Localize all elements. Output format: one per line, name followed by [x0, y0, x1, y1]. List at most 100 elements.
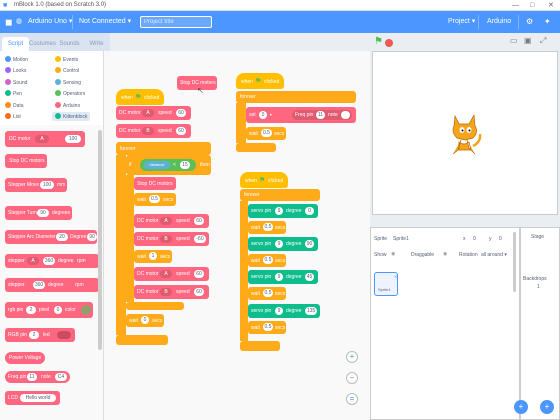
- servo-block[interactable]: servo pin 9 degree 135: [248, 304, 320, 318]
- zoom-reset-button[interactable]: =: [346, 393, 358, 405]
- degree-input[interactable]: 135: [305, 307, 317, 315]
- degree-input[interactable]: 90: [305, 240, 314, 248]
- tab-write[interactable]: Write: [83, 37, 110, 51]
- rotation-dropdown[interactable]: all around ▾: [481, 252, 507, 258]
- pin-input[interactable]: 0: [259, 111, 267, 119]
- palette-power-voltage-block[interactable]: Power Voltage: [5, 352, 45, 364]
- distance-reporter[interactable]: distance: [144, 161, 170, 169]
- show-toggle-icon[interactable]: ◉: [391, 251, 395, 257]
- script1-wait-2[interactable]: wait 1 secs: [134, 250, 172, 263]
- diameter-input[interactable]: 20: [56, 233, 68, 241]
- degree-input[interactable]: 45: [305, 273, 314, 281]
- degree-input[interactable]: 0: [305, 207, 314, 215]
- close-window-button[interactable]: ✕: [548, 0, 554, 11]
- script1-dc-motor-b-2[interactable]: DC motor B speed -60: [134, 232, 209, 246]
- sprite-pane-scrollbar[interactable]: [513, 232, 516, 292]
- category-events[interactable]: Events: [55, 56, 78, 63]
- speed-input[interactable]: -60: [194, 235, 206, 243]
- freq-reporter[interactable]: Freq pin 11 note: [292, 110, 352, 120]
- script1-forever-top[interactable]: forever: [116, 142, 211, 155]
- large-stage-icon[interactable]: ▣: [524, 36, 532, 45]
- led-dropdown[interactable]: [57, 331, 71, 339]
- speed-input[interactable]: 60: [194, 270, 204, 278]
- script1-if-block[interactable]: if distance < 15 then: [126, 155, 211, 175]
- distance-threshold-input[interactable]: 15: [180, 161, 190, 169]
- language-globe-icon[interactable]: ◍: [16, 11, 22, 33]
- pin-input[interactable]: 9: [275, 273, 283, 281]
- servo-block[interactable]: servo pin 9 degree 90: [248, 237, 318, 251]
- device-menu[interactable]: Arduino Uno ▾: [28, 11, 72, 33]
- palette-stepper-b-block[interactable]: stepper 360 degree rpm: [5, 278, 99, 292]
- pin-input[interactable]: 9: [275, 307, 283, 315]
- script1-wait-1[interactable]: wait 0.5 secs: [134, 193, 176, 206]
- distance-input[interactable]: 100: [40, 181, 54, 189]
- minimize-button[interactable]: —: [512, 0, 519, 11]
- seconds-input[interactable]: 0.5: [263, 323, 273, 331]
- script2-forever-top[interactable]: forever: [236, 91, 356, 103]
- seconds-input[interactable]: 0.5: [263, 223, 273, 231]
- script1-dc-motor-b-3[interactable]: DC motor B speed 60: [134, 285, 209, 299]
- speed-input[interactable]: 60: [194, 217, 204, 225]
- servo-wait-block[interactable]: wait 0.5 secs: [248, 221, 286, 234]
- palette-rgb-pin2-block[interactable]: RGB pin 2 led: [5, 328, 75, 342]
- angle-input[interactable]: 360: [33, 281, 45, 289]
- servo-wait-block[interactable]: wait 0.5 secs: [248, 321, 286, 334]
- zoom-in-button[interactable]: +: [346, 351, 358, 363]
- color-swatch[interactable]: [81, 305, 91, 315]
- port-dropdown[interactable]: B: [160, 235, 172, 243]
- palette-rgb-pin-block[interactable]: rgb pin 2 pixel 0 color: [5, 302, 93, 318]
- tab-script[interactable]: Script: [2, 37, 29, 51]
- sprite-name-field[interactable]: Sprite1: [393, 236, 409, 242]
- speed-input[interactable]: 60: [176, 127, 186, 135]
- pin-input[interactable]: 2: [29, 331, 39, 339]
- speed-input[interactable]: 60: [194, 288, 204, 296]
- category-data[interactable]: Data: [5, 102, 24, 109]
- palette-stepper-turn-block[interactable]: Stepper Turn 90 degrees: [5, 206, 72, 220]
- stage-canvas[interactable]: [372, 51, 558, 215]
- seconds-input[interactable]: 0.5: [261, 129, 272, 137]
- category-looks[interactable]: Looks: [5, 67, 26, 74]
- port-dropdown[interactable]: A: [160, 217, 172, 225]
- sprite-thumbnail[interactable]: Sprite1 ✕: [374, 272, 398, 296]
- script3-forever-top[interactable]: forever: [240, 189, 320, 201]
- less-than-operator[interactable]: distance < 15: [140, 159, 196, 171]
- port-dropdown[interactable]: B: [142, 127, 154, 135]
- palette-dc-motor-block[interactable]: DC motor A 100: [5, 131, 85, 147]
- seconds-input[interactable]: 0.5: [149, 195, 160, 203]
- board-menu[interactable]: Arduino: [487, 11, 511, 33]
- port-dropdown[interactable]: A: [160, 270, 172, 278]
- y-field[interactable]: 0: [499, 236, 502, 242]
- palette-stepper-a-block[interactable]: stepper A 360 degree rpm: [5, 254, 99, 268]
- palette-lcd-block[interactable]: LCD Hello world: [5, 391, 60, 405]
- script3-when-flag-clicked-hat[interactable]: when ⚑ clicked: [240, 172, 288, 188]
- script2-wait-block[interactable]: wait 0.5 secs: [246, 127, 286, 140]
- script2-set-freq-block[interactable]: set 0 ▸ Freq pin 11 note: [246, 107, 356, 123]
- note-input[interactable]: [341, 111, 350, 119]
- pixel-input[interactable]: 0: [54, 306, 62, 314]
- maximize-button[interactable]: □: [530, 0, 534, 11]
- x-field[interactable]: 0: [473, 236, 476, 242]
- small-stage-icon[interactable]: ▭: [510, 36, 518, 45]
- tab-sounds[interactable]: Sounds: [56, 37, 83, 51]
- angle-input[interactable]: 90: [37, 209, 49, 217]
- seconds-input[interactable]: 1: [149, 252, 157, 260]
- pin-input[interactable]: 9: [275, 207, 283, 215]
- script1-stop-dc-inner[interactable]: Stop DC motors: [134, 177, 176, 190]
- servo-wait-block[interactable]: wait 0.5 secs: [248, 287, 286, 300]
- add-backdrop-button[interactable]: +: [540, 400, 554, 414]
- category-motion[interactable]: Motion: [5, 56, 28, 63]
- zoom-out-button[interactable]: −: [346, 372, 358, 384]
- connection-menu[interactable]: Not Connected ▾: [79, 11, 131, 33]
- script2-when-flag-clicked-hat[interactable]: when ⚑ clicked: [236, 73, 284, 89]
- freq-pin-input[interactable]: 11: [316, 111, 325, 119]
- script1-when-flag-clicked-hat[interactable]: when ⚑ clicked: [116, 89, 164, 105]
- servo-block[interactable]: servo pin 9 degree 45: [248, 270, 318, 284]
- draggable-toggle-icon[interactable]: ◉: [443, 251, 447, 257]
- script1-wait-3[interactable]: wait 0 secs: [126, 314, 164, 327]
- project-title-input[interactable]: [140, 16, 212, 28]
- category-control[interactable]: Control: [55, 67, 79, 74]
- delete-sprite-icon[interactable]: ✕: [394, 274, 397, 279]
- servo-wait-block[interactable]: wait 0.5 secs: [248, 254, 286, 267]
- palette-stepper-move-block[interactable]: Stepper Move 100 mm: [5, 178, 67, 192]
- port-dropdown[interactable]: A: [35, 135, 49, 143]
